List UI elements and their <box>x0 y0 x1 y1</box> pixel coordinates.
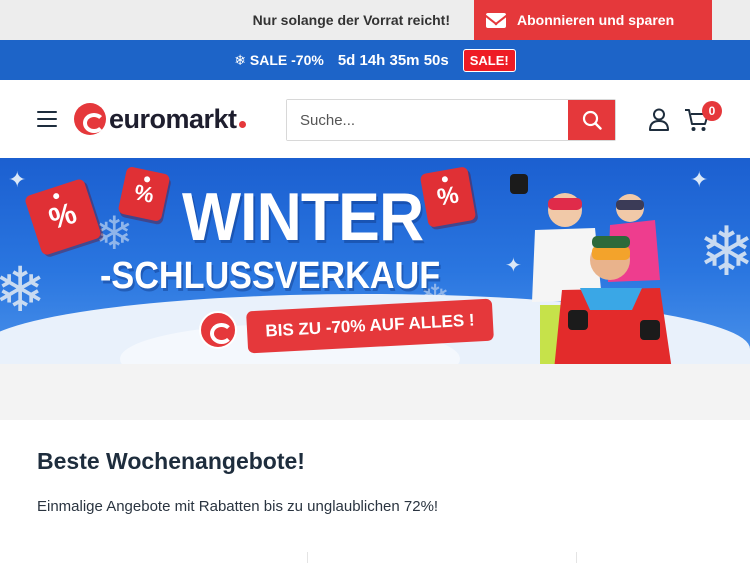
banner-subtitle: -SCHLUSSVERKAUF <box>100 255 441 297</box>
logo-mark-icon <box>199 311 237 349</box>
banner-dots-strip <box>0 364 750 420</box>
skiers-illustration <box>510 174 672 364</box>
product-grid-top <box>0 552 750 563</box>
stock-note: Nur solange der Vorrat reicht! <box>252 12 450 28</box>
logo[interactable]: euromarkt <box>74 103 246 135</box>
search-input[interactable] <box>287 100 568 140</box>
discount-tag: % <box>419 166 477 228</box>
countdown-timer: 5d 14h 35m 50s <box>337 51 449 69</box>
weekly-deals-section: Beste Wochenangebote! Einmalige Angebote… <box>0 420 750 515</box>
top-promo-bar: Nur solange der Vorrat reicht! Abonniere… <box>0 0 750 40</box>
logo-dot <box>238 120 246 128</box>
discount-tag: % <box>117 165 171 223</box>
banner-title: WINTER <box>182 179 424 255</box>
logo-mark-icon <box>74 103 106 135</box>
subscribe-button[interactable]: Abonnieren und sparen <box>474 0 712 40</box>
search-icon <box>582 110 602 130</box>
logo-text: euromarkt <box>109 103 237 134</box>
hamburger-icon[interactable] <box>37 111 57 127</box>
snowflake-icon: ✦ <box>8 168 27 193</box>
section-title: Beste Wochenangebote! <box>37 448 305 474</box>
winter-sale-banner[interactable]: ✦ ❄ ❄ ✦ ❄ ✦ ❄ % % % WINTER -SCHLUSSVERKA… <box>0 158 750 364</box>
snowflake-icon: ❄ <box>0 253 46 326</box>
sale-countdown-bar[interactable]: ❄ SALE -70% 5d 14h 35m 50s SALE! <box>0 40 750 80</box>
section-description: Einmalige Angebote mit Rabatten bis zu u… <box>37 498 439 515</box>
mail-icon <box>486 12 506 28</box>
cart-count-badge: 0 <box>702 101 722 121</box>
search-button[interactable] <box>568 100 615 140</box>
subscribe-label: Abonnieren und sparen <box>517 12 675 28</box>
snowflake-icon: ❄ <box>698 213 750 292</box>
search-bar <box>286 99 616 141</box>
sale-badge: SALE! <box>462 48 516 72</box>
discount-tag: % <box>23 177 103 257</box>
site-header: euromarkt <box>0 80 750 158</box>
sale-label: ❄ SALE -70% <box>234 51 324 68</box>
user-icon[interactable] <box>648 108 670 131</box>
